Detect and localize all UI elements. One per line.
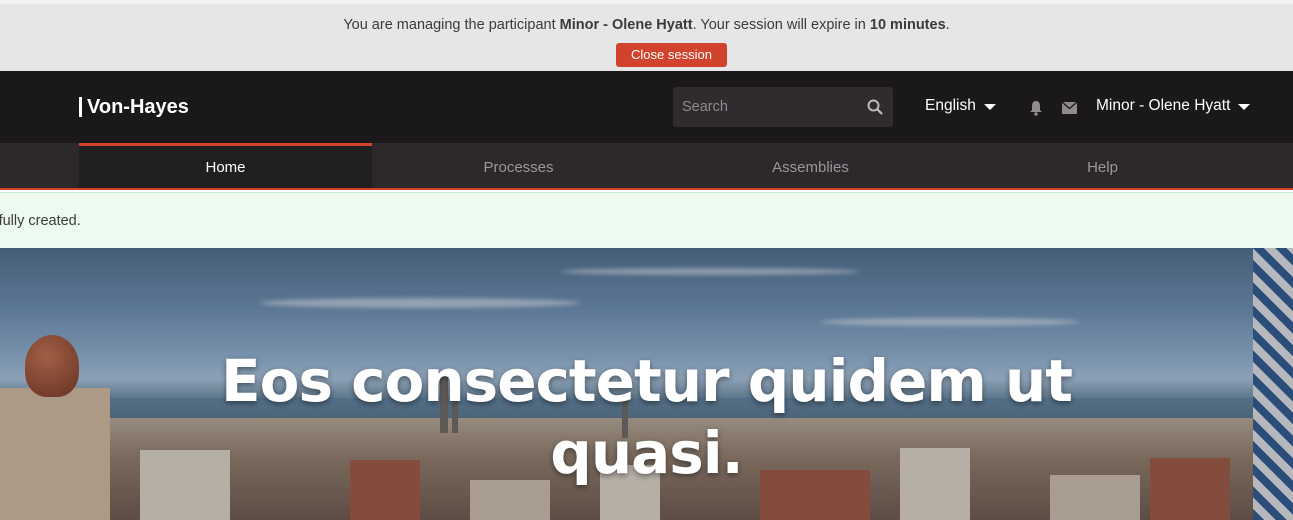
hero-title: Eos consectetur quidem ut quasi.	[220, 347, 1073, 487]
chevron-down-icon	[1238, 104, 1251, 110]
language-label: English	[925, 97, 976, 114]
chevron-down-icon	[983, 104, 996, 110]
callout-message: essfully created.	[0, 213, 81, 229]
impersonation-middle: . Your session will expire in	[692, 17, 870, 33]
language-selector[interactable]: English	[925, 97, 996, 115]
main-navigation: Home Processes Assemblies Help	[0, 143, 1293, 190]
user-menu[interactable]: Minor - Olene Hyatt	[1096, 97, 1251, 115]
nav-item-help[interactable]: Help	[956, 143, 1249, 188]
close-session-button[interactable]: Close session	[616, 43, 727, 67]
success-callout: essfully created.	[0, 192, 1293, 248]
search-input[interactable]	[673, 87, 858, 127]
nav-item-home[interactable]: Home	[79, 143, 372, 188]
nav-item-assemblies[interactable]: Assemblies	[664, 143, 957, 188]
hero-banner: Eos consectetur quidem ut quasi.	[0, 248, 1293, 520]
participant-name: Minor - Olene Hyatt	[559, 17, 693, 33]
logo-bar	[79, 97, 82, 117]
search-icon[interactable]	[867, 99, 883, 115]
bell-icon[interactable]	[1029, 100, 1043, 116]
user-name: Minor - Olene Hyatt	[1096, 97, 1231, 114]
logo-text: Von-Hayes	[87, 95, 189, 118]
main-header: Von-Hayes English Minor - Olene Hyatt	[0, 71, 1293, 143]
nav-item-processes[interactable]: Processes	[372, 143, 665, 188]
impersonation-message: You are managing the participant Minor -…	[0, 17, 1293, 33]
impersonation-prefix: You are managing the participant	[343, 17, 560, 33]
logo-link[interactable]: Von-Hayes	[79, 96, 189, 118]
search-box	[673, 87, 893, 127]
impersonation-suffix: .	[945, 17, 950, 33]
session-expiry: 10 minutes	[869, 17, 946, 33]
impersonation-banner: You are managing the participant Minor -…	[0, 0, 1293, 71]
envelope-icon[interactable]	[1062, 102, 1077, 114]
